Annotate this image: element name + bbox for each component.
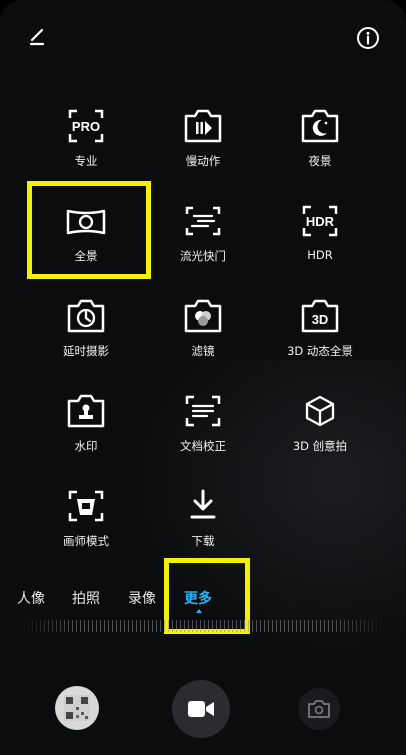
tab-more[interactable]: 更多 [184,588,212,608]
highlight-box-panorama [27,181,151,279]
document-scan-icon [181,391,225,431]
edit-pencil-icon[interactable] [28,26,50,48]
mode-label: 滤镜 [191,344,215,358]
video-camera-icon [188,701,214,717]
mode-label: 文档校正 [180,439,226,453]
mode-label: 夜景 [308,154,332,168]
pro-icon-text: PRO [72,119,100,134]
mode-scroll-ticks[interactable] [20,620,386,632]
mode-watermark[interactable]: 水印 [31,391,141,471]
switch-camera-button[interactable] [298,688,340,730]
mode-label: 专业 [74,154,98,168]
mode-label: 延时摄影 [63,344,109,358]
qr-thumbnail-icon [64,695,90,721]
mode-label: 3D 动态全景 [287,344,353,358]
mode-label: 水印 [74,439,98,453]
mode-label: 3D 创意拍 [292,439,348,453]
mode-3d-panorama[interactable]: 3D 3D 动态全景 [265,296,375,376]
mode-label: HDR [307,248,333,262]
mode-label: 画师模式 [63,534,109,548]
mode-hdr[interactable]: HDR HDR [265,201,375,281]
mode-label: 流光快门 [180,249,226,263]
mode-download[interactable]: 下载 [148,486,258,566]
info-icon[interactable] [356,26,380,50]
mode-label: 慢动作 [185,154,221,168]
3d-panorama-icon: 3D [298,296,342,336]
record-video-button[interactable] [172,680,230,738]
tab-photo[interactable]: 拍照 [72,588,100,608]
download-icon [181,486,225,526]
switch-camera-icon [308,700,330,718]
watermark-icon [64,391,108,431]
active-tab-indicator [196,609,202,613]
mode-night[interactable]: 夜景 [265,106,375,186]
mode-light-trail[interactable]: 流光快门 [148,201,258,281]
mode-slow-motion[interactable]: 慢动作 [148,106,258,186]
mode-tabs: 人像 拍照 录像 更多 [0,588,406,618]
3d-creative-icon [298,391,342,431]
painter-icon [64,486,108,526]
tab-video[interactable]: 录像 [128,588,156,608]
mode-timelapse[interactable]: 延时摄影 [31,296,141,376]
3d-icon-text: 3D [312,312,329,327]
tab-portrait[interactable]: 人像 [17,588,45,608]
camera-screen: PRO 专业 慢动作 夜景 全景 流光快门 HDR HDR 延时摄影 滤镜 3D… [0,0,406,755]
mode-filter[interactable]: 滤镜 [148,296,258,376]
light-trail-icon [181,201,225,241]
gallery-thumbnail[interactable] [55,686,99,730]
night-icon [298,106,342,146]
mode-3d-creative[interactable]: 3D 创意拍 [265,391,375,471]
mode-label: 下载 [191,534,215,548]
mode-pro[interactable]: PRO 专业 [31,106,141,186]
hdr-icon: HDR [298,201,342,241]
timelapse-icon [64,296,108,336]
bottom-controls [0,680,406,755]
mode-document-scan[interactable]: 文档校正 [148,391,258,471]
slow-motion-icon [181,106,225,146]
pro-icon: PRO [64,106,108,146]
hdr-icon-text: HDR [306,214,335,229]
mode-painter[interactable]: 画师模式 [31,486,141,566]
filter-icon [181,296,225,336]
